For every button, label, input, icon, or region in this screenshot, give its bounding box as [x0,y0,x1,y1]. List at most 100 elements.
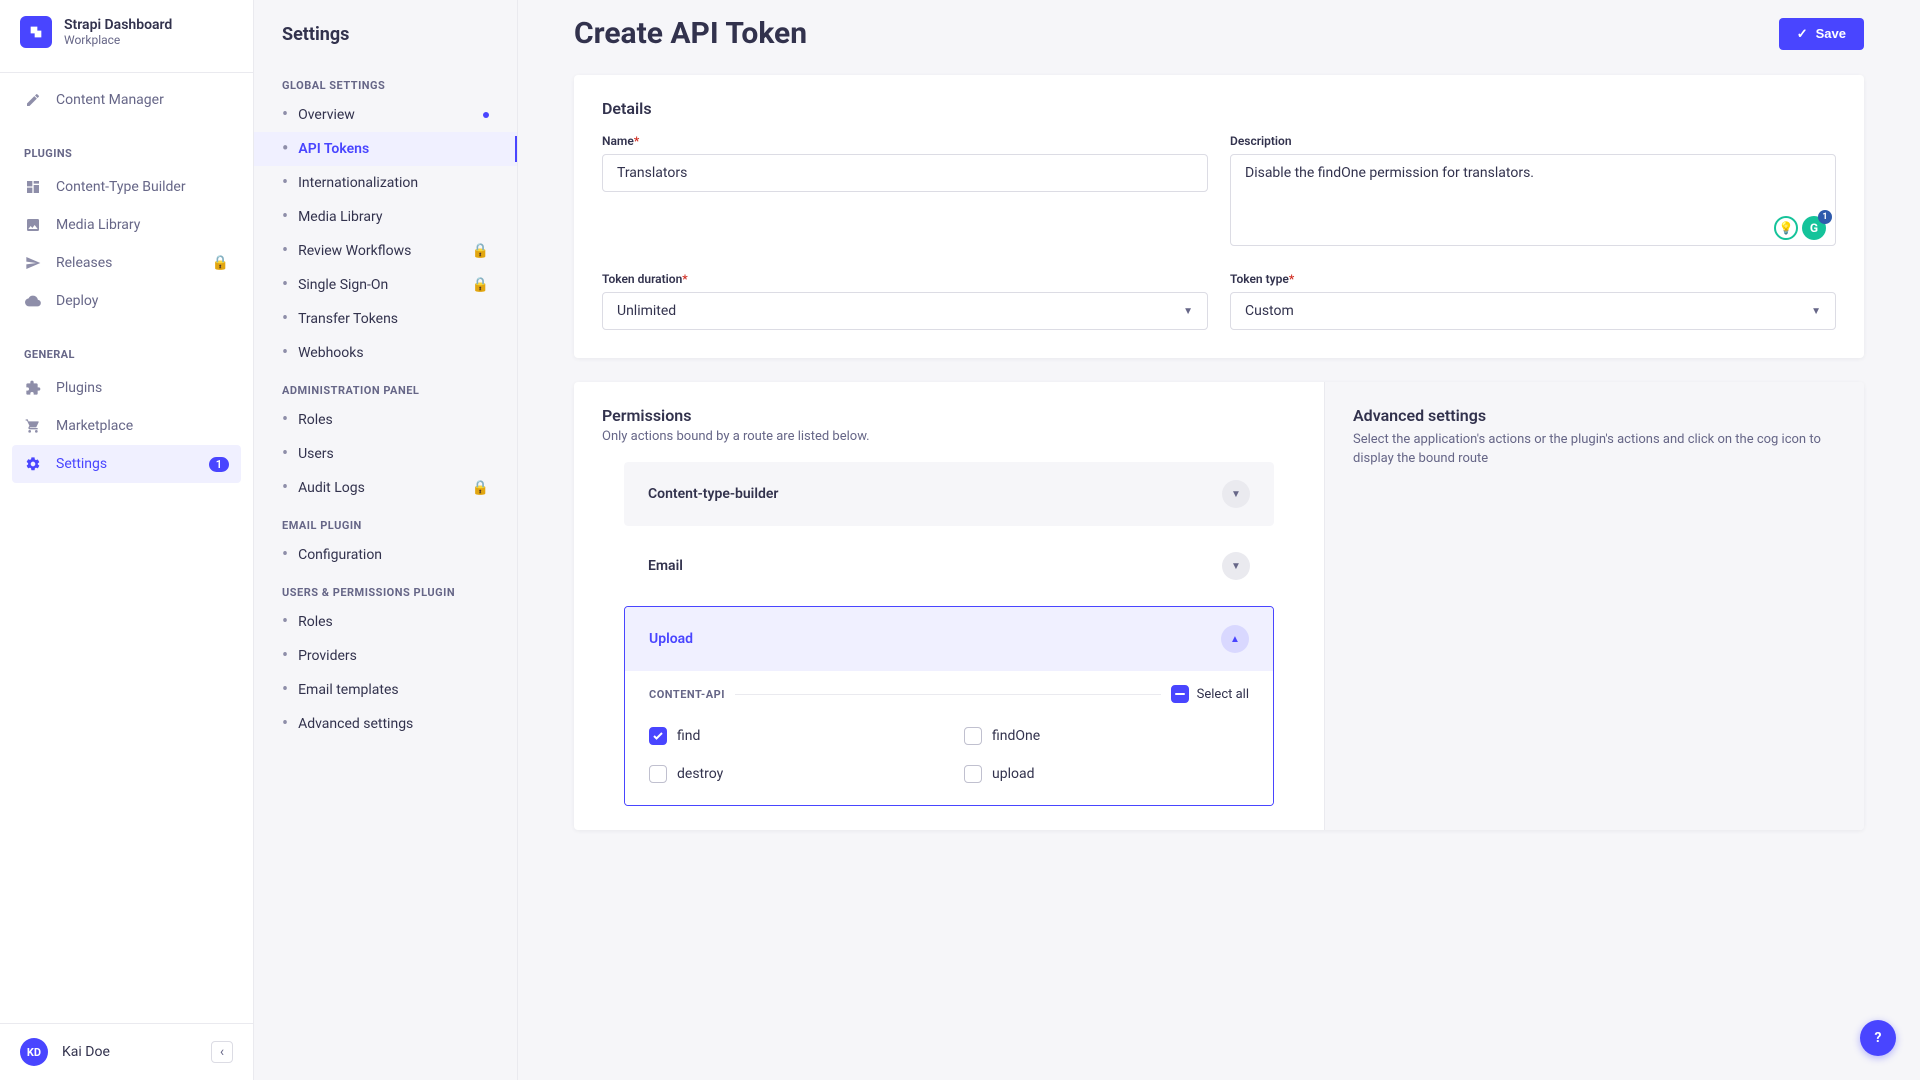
settings-item-audit-logs[interactable]: •Audit Logs🔒 [254,471,517,505]
nav-content-type-builder[interactable]: Content-Type Builder [0,168,253,206]
settings-item-label: Email templates [298,682,399,698]
bullet-icon: • [282,647,288,665]
primary-nav: Strapi Dashboard Workplace Content Manag… [0,0,254,1080]
image-icon [24,216,42,234]
duration-select[interactable]: Unlimited ▼ [602,292,1208,330]
description-field: Description Disable the findOne permissi… [1230,134,1836,250]
settings-item-label: Media Library [298,209,382,225]
accordion-email: Email▼ [624,534,1274,598]
save-button[interactable]: ✓ Save [1779,18,1864,50]
nav-label: Settings [56,456,107,472]
select-all-checkbox[interactable] [1171,685,1189,703]
permissions-subtitle: Only actions bound by a route are listed… [602,429,1296,444]
perm-findOne[interactable]: findOne [964,727,1249,745]
user-footer: KD Kai Doe ‹ [0,1023,253,1080]
gear-icon [24,455,42,473]
lock-icon: 🔒 [472,243,489,259]
accordion-header[interactable]: Content-type-builder ▼ [624,462,1274,526]
bullet-icon: • [282,715,288,733]
nav-content-manager[interactable]: Content Manager [0,81,253,119]
settings-item-roles[interactable]: •Roles [254,605,517,639]
duration-label: Token duration* [602,272,1208,286]
type-field: Token type* Custom ▼ [1230,272,1836,330]
bullet-icon: • [282,411,288,429]
chevron-down-icon: ▼ [1222,480,1250,508]
bullet-icon: • [282,140,288,158]
advanced-text: Select the application's actions or the … [1353,431,1836,469]
accordion-title: Email [648,558,683,574]
perm-label: findOne [992,728,1040,744]
accordion-header[interactable]: Email▼ [624,534,1274,598]
perm-upload[interactable]: upload [964,765,1249,783]
settings-sidebar: Settings GLOBAL SETTINGS•Overview•API To… [254,0,518,1080]
avatar[interactable]: KD [20,1038,48,1066]
bullet-icon: • [282,310,288,328]
settings-item-transfer-tokens[interactable]: •Transfer Tokens [254,302,517,336]
settings-group-title: EMAIL PLUGIN [254,505,517,538]
settings-item-roles[interactable]: •Roles [254,403,517,437]
settings-item-configuration[interactable]: •Configuration [254,538,517,572]
nav-deploy[interactable]: Deploy [0,282,253,320]
save-label: Save [1816,26,1846,41]
cart-icon [24,417,42,435]
name-field: Name* [602,134,1208,250]
chevron-left-icon: ‹ [220,1044,224,1060]
brand[interactable]: Strapi Dashboard Workplace [0,0,253,64]
settings-item-single-sign-on[interactable]: •Single Sign-On🔒 [254,268,517,302]
nav-media-library[interactable]: Media Library [0,206,253,244]
accordion-title: Content-type-builder [648,486,778,502]
details-heading: Details [602,99,1836,118]
nav-plugins[interactable]: Plugins [0,369,253,407]
brand-title: Strapi Dashboard [64,17,172,33]
nav-releases[interactable]: Releases 🔒 [0,244,253,282]
perm-label: upload [992,766,1034,782]
settings-group-title: USERS & PERMISSIONS PLUGIN [254,572,517,605]
settings-item-advanced-settings[interactable]: •Advanced settings [254,707,517,741]
settings-item-label: Review Workflows [298,243,411,259]
settings-item-label: Single Sign-On [298,277,388,293]
permissions-heading: Permissions [602,406,1296,425]
settings-item-media-library[interactable]: •Media Library [254,200,517,234]
help-button[interactable]: ? [1860,1020,1896,1056]
grammarly-icon[interactable]: G1 [1802,216,1826,240]
accordion-header[interactable]: Upload▲ [625,607,1273,671]
checkbox[interactable] [964,727,982,745]
settings-item-overview[interactable]: •Overview [254,98,517,132]
nav-section-plugins: PLUGINS [0,135,253,168]
nav-label: Media Library [56,217,140,233]
puzzle-icon [24,379,42,397]
checkbox[interactable] [649,765,667,783]
settings-item-review-workflows[interactable]: •Review Workflows🔒 [254,234,517,268]
accordion-upload: Upload▲CONTENT-APISelect allfindfindOned… [624,606,1274,806]
settings-item-email-templates[interactable]: •Email templates [254,673,517,707]
type-select[interactable]: Custom ▼ [1230,292,1836,330]
nav-settings[interactable]: Settings 1 [12,445,241,483]
accordion-content-type-builder: Content-type-builder ▼ [624,462,1274,526]
description-input[interactable]: Disable the findOne permission for trans… [1230,154,1836,246]
bullet-icon: • [282,613,288,631]
bullet-icon: • [282,546,288,564]
collapse-nav-button[interactable]: ‹ [211,1041,233,1063]
name-input[interactable] [602,154,1208,192]
settings-group-title: ADMINISTRATION PANEL [254,370,517,403]
page-title: Create API Token [574,16,807,51]
lock-icon: 🔒 [212,255,229,271]
perm-destroy[interactable]: destroy [649,765,934,783]
bullet-icon: • [282,445,288,463]
settings-item-label: Users [298,446,334,462]
brand-subtitle: Workplace [64,33,172,47]
nav-marketplace[interactable]: Marketplace [0,407,253,445]
bulb-icon[interactable]: 💡 [1774,216,1798,240]
select-all[interactable]: Select all [1171,685,1249,703]
settings-item-webhooks[interactable]: •Webhooks [254,336,517,370]
settings-item-providers[interactable]: •Providers [254,639,517,673]
chevron-up-icon: ▲ [1221,625,1249,653]
checkbox[interactable] [649,727,667,745]
checkbox[interactable] [964,765,982,783]
settings-item-internationalization[interactable]: •Internationalization [254,166,517,200]
settings-item-api-tokens[interactable]: •API Tokens [254,132,517,166]
perm-find[interactable]: find [649,727,934,745]
type-label: Token type* [1230,272,1836,286]
nav-label: Content Manager [56,92,164,108]
settings-item-users[interactable]: • Users [254,437,517,471]
